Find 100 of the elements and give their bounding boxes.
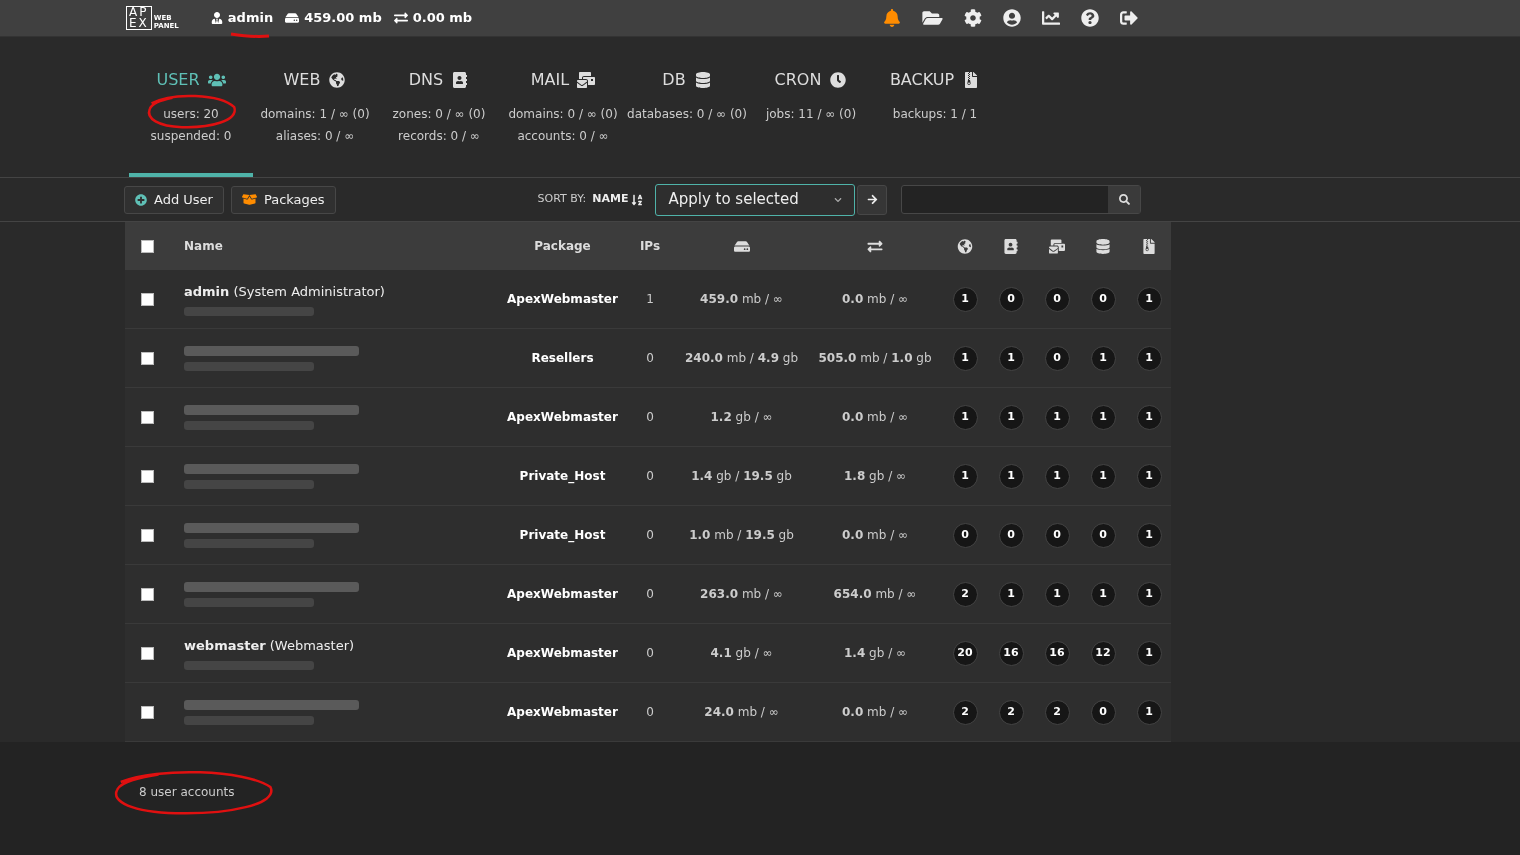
checkbox[interactable] [141,587,154,601]
stat-tab[interactable]: CRON jobs: 11 / ∞ (0) [749,37,873,177]
tab-label: CRON [774,69,822,91]
user-row[interactable]: ApexWebmaster 0 263.0 mb / ∞ 654.0 mb / ∞ 2 1 1 1 1 [125,565,1171,624]
sort-icon [631,193,644,206]
user-row[interactable]: webmaster (Webmaster) ApexWebmaster 0 4.1 gb / ∞ 1.4 gb / ∞ 20 16 16 12 1 [125,624,1171,683]
package-name: Private_Host [519,468,606,485]
account-icon[interactable] [1003,9,1021,27]
stat-text: accounts: 0 / ∞ [517,128,609,145]
ip-count: 1 [646,291,654,308]
address-book-icon [451,72,470,88]
packages-button[interactable]: Packages [230,185,336,214]
count-badge: 1 [1090,345,1116,371]
package-name: Private_Host [519,527,606,544]
column-header[interactable]: IPs [639,237,661,255]
count-badge: 1 [998,463,1024,489]
arrow-icon [866,194,878,205]
count-badge: 1 [952,404,978,430]
search-icon [1118,194,1130,205]
column-header[interactable]: Package [534,237,591,255]
plus-icon [135,193,147,206]
count-badge: 1 [998,581,1024,607]
user-row[interactable]: Resellers 0 240.0 mb / 4.9 gb 505.0 mb / 1.0 gb 1 1 0 1 1 [125,329,1171,388]
user-name[interactable]: admin (System Administrator) [184,281,385,302]
count-badge: 1 [1136,463,1162,489]
user-row[interactable]: Private_Host 0 1.4 gb / 19.5 gb 1.8 gb / ∞ 1 1 1 1 1 [125,447,1171,506]
count-badge: 1 [1136,699,1162,725]
checkbox[interactable] [141,528,154,542]
globe-icon [957,238,973,254]
boxes-icon [241,193,257,206]
count-badge: 1 [998,345,1024,371]
bandwidth-usage: 0.0 mb / ∞ [841,291,909,308]
address-book-icon [1003,238,1019,254]
count-badge: 1 [1044,463,1070,489]
search-button[interactable] [1108,186,1141,213]
checkbox[interactable] [141,410,154,424]
count-badge: 0 [952,522,978,548]
checkbox[interactable] [141,239,154,253]
database-icon [1095,238,1111,254]
help-icon[interactable] [1081,9,1099,27]
count-badge: 1 [952,463,978,489]
notifications-icon[interactable] [883,9,901,27]
tab-label: DNS [408,69,444,91]
package-name: Resellers [531,350,594,367]
stat-tab[interactable]: BACKUP backups: 1 / 1 [873,37,997,177]
count-badge: 1 [1044,581,1070,607]
count-badge: 0 [1044,522,1070,548]
count-badge: 1 [1044,404,1070,430]
count-badge: 12 [1090,640,1116,666]
count-badge: 1 [1136,522,1162,548]
chart-icon[interactable] [1042,9,1060,27]
stat-text: aliases: 0 / ∞ [275,128,355,145]
ip-count: 0 [646,350,654,367]
chevron-icon [834,195,843,204]
add-user-button[interactable]: Add User [124,185,224,214]
count-badge: 2 [952,581,978,607]
users-icon [207,72,226,88]
user-link[interactable]: admin [210,8,274,28]
archive-file-icon [1141,238,1157,254]
logout-icon[interactable] [1120,9,1138,27]
user-row[interactable]: Private_Host 0 1.0 mb / 19.5 gb 0.0 mb / ∞ 0 0 0 0 1 [125,506,1171,565]
tab-label: WEB [283,69,321,91]
globe-icon [328,72,347,88]
count-badge: 2 [1044,699,1070,725]
checkbox[interactable] [141,292,154,306]
stat-tab[interactable]: USER users: 20 suspended: 0 [129,37,253,177]
bandwidth-usage: 0.0 mb / ∞ [841,527,909,544]
package-name: ApexWebmaster [507,704,618,721]
user-name[interactable]: webmaster (Webmaster) [184,635,355,656]
stat-text: records: 0 / ∞ [398,128,480,145]
settings-icon[interactable] [964,9,982,27]
bandwidth-usage: 0.0 mb / ∞ [841,704,909,721]
count-badge: 2 [952,699,978,725]
stat-tab[interactable]: DNS zones: 0 / ∞ (0) records: 0 / ∞ [377,37,501,177]
count-badge: 1 [1136,581,1162,607]
stat-tab[interactable]: WEB domains: 1 / ∞ (0) aliases: 0 / ∞ [253,37,377,177]
checkbox[interactable] [141,351,154,365]
count-badge: 1 [1136,286,1162,312]
user-row[interactable]: admin (System Administrator) ApexWebmaster 1 459.0 mb / ∞ 0.0 mb / ∞ 1 0 0 0 1 [125,270,1171,329]
ip-count: 0 [646,704,654,721]
count-badge: 16 [1044,640,1070,666]
column-header[interactable]: Name [184,237,223,255]
package-name: ApexWebmaster [507,645,618,662]
checkbox[interactable] [141,705,154,719]
search-field[interactable] [901,185,1142,214]
count-badge: 1 [1136,404,1162,430]
stat-text: jobs: 11 / ∞ (0) [765,106,857,123]
bulk-action-select[interactable]: Apply to selected [655,183,856,216]
folder-icon[interactable] [922,9,943,27]
ip-count: 0 [646,586,654,603]
stat-tab[interactable]: DB databases: 0 / ∞ (0) [625,37,749,177]
apply-button[interactable] [857,184,888,215]
count-badge: 1 [1090,463,1116,489]
stat-tab[interactable]: MAIL domains: 0 / ∞ (0) accounts: 0 / ∞ [501,37,625,177]
user-row[interactable]: ApexWebmaster 0 1.2 gb / ∞ 0.0 mb / ∞ 1 1 1 1 1 [125,388,1171,447]
checkbox[interactable] [141,469,154,483]
user-row[interactable]: ApexWebmaster 0 24.0 mb / ∞ 0.0 mb / ∞ 2 2 2 0 1 [125,683,1171,742]
package-name: ApexWebmaster [507,409,618,426]
checkbox[interactable] [141,646,154,660]
sort-button[interactable]: NAME [592,191,644,208]
